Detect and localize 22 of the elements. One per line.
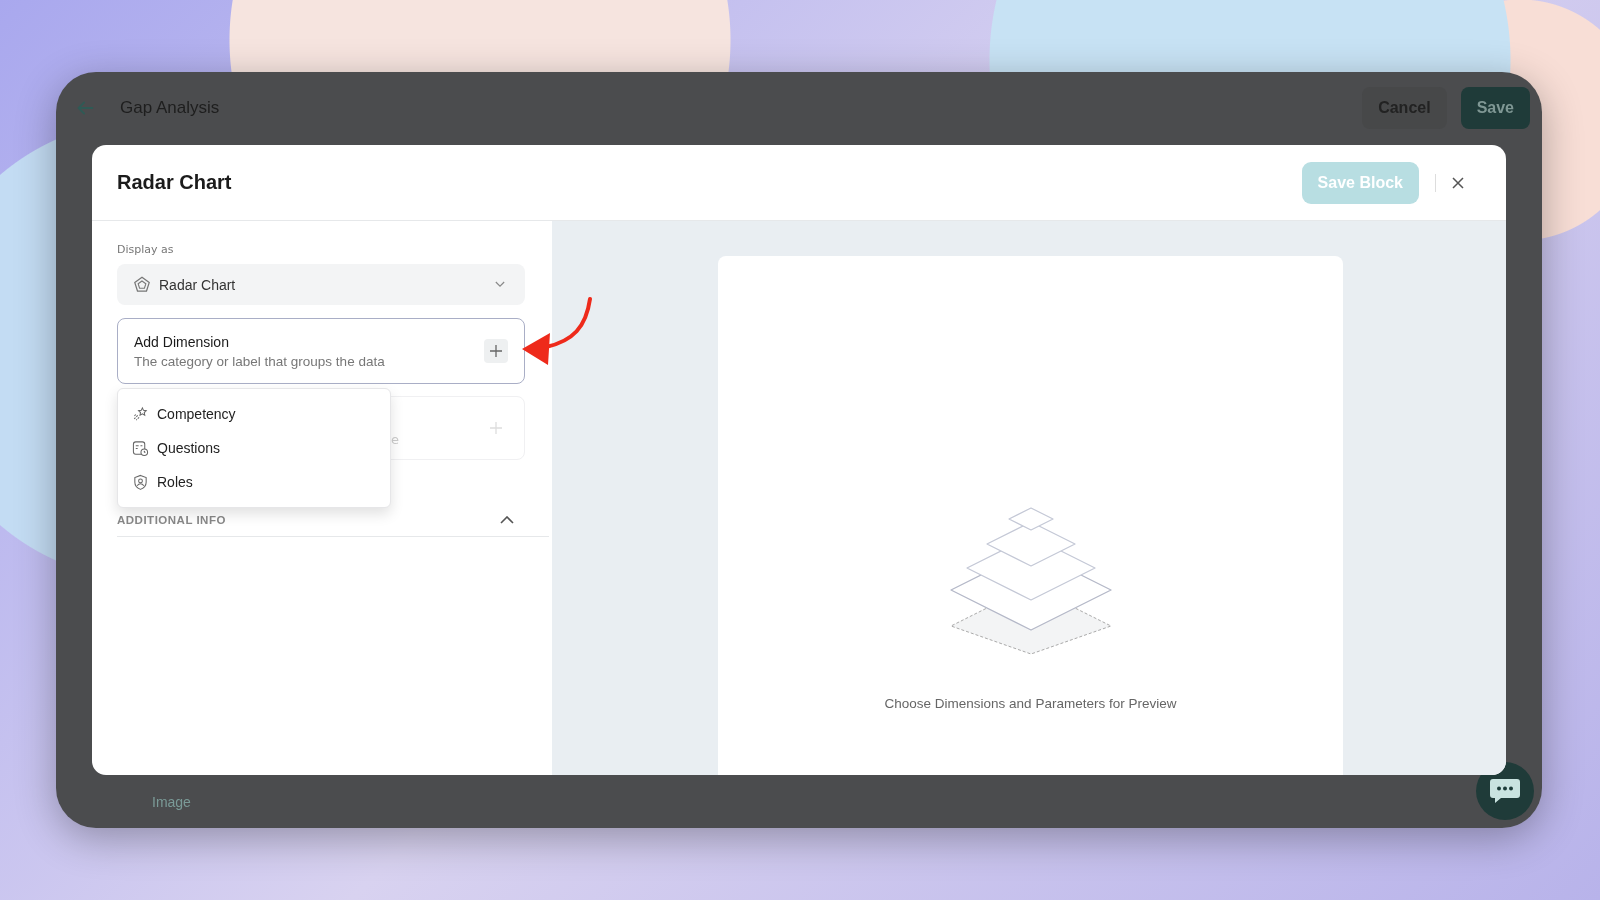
close-icon[interactable]: [1452, 176, 1464, 189]
modal-title: Radar Chart: [117, 171, 232, 194]
add-button[interactable]: [484, 339, 508, 363]
image-label: Image: [152, 794, 191, 810]
radar-icon: [133, 275, 151, 294]
field-label: Display as: [117, 243, 175, 256]
clipboard-clock-icon: [132, 439, 149, 457]
sparkle-star-icon: [132, 405, 149, 423]
user-shield-icon: [132, 473, 149, 491]
chevron-down-icon: [495, 281, 505, 288]
display-select[interactable]: Radar Chart: [117, 264, 525, 305]
empty-state-message: Choose Dimensions and Parameters for Preview: [884, 696, 1177, 711]
chat-icon: [1489, 777, 1521, 805]
plus-icon: [489, 344, 503, 358]
plus-icon: [489, 421, 503, 435]
menu-item[interactable]: Competency: [118, 397, 390, 431]
card-description: The category or label that groups the data: [134, 353, 386, 369]
menu-item[interactable]: Roles: [118, 465, 390, 499]
add-dimension-card[interactable]: Add Dimension The category or label that groups the data: [117, 318, 525, 384]
menu-item[interactable]: Questions: [118, 431, 390, 465]
save-button[interactable]: Save: [1460, 87, 1530, 129]
card-title: Add Dimension: [134, 333, 230, 350]
